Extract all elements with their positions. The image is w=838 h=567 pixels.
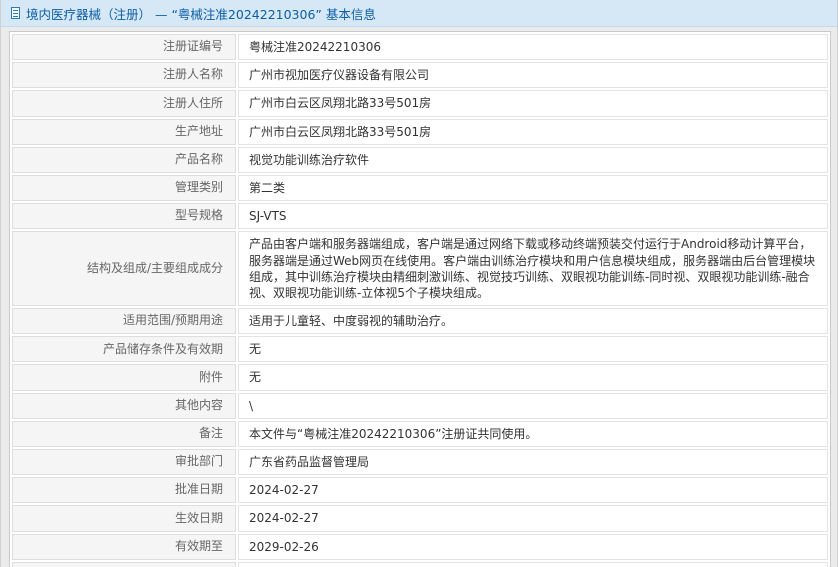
- row-label: 注册人名称: [12, 62, 236, 89]
- row-label: 生产地址: [12, 118, 236, 145]
- row-label: 产品名称: [12, 146, 236, 173]
- document-icon: [11, 7, 20, 19]
- row-value: 广州市视加医疗仪器设备有限公司: [238, 62, 828, 89]
- row-label-text: 产品名称: [174, 152, 223, 167]
- table-row: 生产地址 广州市白云区凤翔北路33号501房: [12, 118, 828, 145]
- row-label: 适用范围/预期用途: [12, 308, 236, 335]
- table-row: 其他内容 \: [12, 392, 828, 419]
- page-header: 境内医疗器械（注册） — “粤械注准20242210306” 基本信息: [1, 0, 837, 27]
- row-value: 适用于儿童轻、中度弱视的辅助治疗。: [238, 308, 828, 335]
- table-row: 有效期至 2029-02-26: [12, 533, 828, 560]
- row-label-text: 注册人名称: [162, 67, 223, 82]
- row-value: 2024-02-27: [238, 505, 828, 532]
- row-label-text: 附件: [198, 369, 223, 384]
- row-label: 注册证编号: [12, 34, 236, 61]
- row-label-text: 有效期至: [174, 538, 223, 553]
- table-row: 产品储存条件及有效期无: [12, 336, 828, 363]
- table-row: 注册证编号 粤械注准20242210306: [12, 34, 828, 61]
- row-value: 2025-01-10: 1、注册人住所由“广州市白云区夏茅路13号”变更为“广州…: [238, 561, 828, 567]
- page-title: 境内医疗器械（注册） — “粤械注准20242210306” 基本信息: [26, 6, 376, 22]
- row-label: 管理类别: [12, 174, 236, 202]
- row-value: 无: [238, 336, 828, 363]
- row-value: 视觉功能训练治疗软件: [238, 146, 828, 173]
- row-label: 其他内容: [12, 392, 236, 419]
- table-row: 生效日期 2024-02-27: [12, 505, 828, 532]
- row-label: 产品储存条件及有效期: [12, 336, 236, 363]
- row-value: 粤械注准20242210306: [238, 34, 828, 61]
- row-label-text: 型号规格: [174, 208, 223, 223]
- row-label-text: 备注: [198, 426, 223, 441]
- row-label-text: 注册证编号: [162, 39, 223, 54]
- row-label-text: 结构及组成/主要组成成分: [86, 260, 223, 275]
- row-label: 批准日期: [12, 477, 236, 504]
- row-label: 审批部门: [12, 449, 236, 476]
- row-value: 广东省药品监督管理局: [238, 449, 828, 476]
- row-label: 附件: [12, 364, 236, 391]
- row-label-text: 其他内容: [174, 397, 223, 412]
- row-value: 广州市白云区凤翔北路33号501房: [238, 118, 828, 145]
- row-label-text: 审批部门: [174, 454, 223, 469]
- row-label-text: 生效日期: [174, 510, 223, 525]
- table-row: 结构及组成/主要组成成分 产品由客户端和服务器端组成，客户端是通过网络下载或移动终…: [12, 231, 828, 307]
- row-label-text: 注册人住所: [162, 95, 223, 110]
- info-table: 注册证编号 粤械注准20242210306 注册人名称 广州市视加医疗仪器设备有限公司…: [9, 31, 831, 567]
- table-row: 批准日期 2024-02-27: [12, 477, 828, 504]
- row-label: 型号规格: [12, 203, 236, 230]
- row-label: 生效日期: [12, 505, 236, 532]
- row-label: 变更情况: [12, 561, 236, 567]
- row-value: 第二类: [238, 174, 828, 202]
- row-value: 2029-02-26: [238, 533, 828, 560]
- registration-info-page: 境内医疗器械（注册） — “粤械注准20242210306” 基本信息 注册证编…: [0, 0, 838, 567]
- row-label-text: 适用范围/预期用途: [122, 313, 223, 328]
- row-value: 无: [238, 364, 828, 391]
- row-label-text: 管理类别: [174, 180, 223, 195]
- table-row: 型号规格 SJ-VTS: [12, 203, 828, 230]
- table-row: 附件无: [12, 364, 828, 391]
- row-label-text: 批准日期: [174, 482, 223, 497]
- row-value: 本文件与“粤械注准20242210306”注册证共同使用。: [238, 420, 828, 447]
- row-label-text: 产品储存条件及有效期: [102, 341, 223, 356]
- row-value: \: [238, 392, 828, 419]
- table-row: 管理类别 第二类: [12, 174, 828, 202]
- table-row: 适用范围/预期用途 适用于儿童轻、中度弱视的辅助治疗。: [12, 308, 828, 335]
- row-value: 广州市白云区凤翔北路33号501房: [238, 90, 828, 117]
- row-label: 备注: [12, 420, 236, 447]
- row-value: 2024-02-27: [238, 477, 828, 504]
- table-row: 注册人名称 广州市视加医疗仪器设备有限公司: [12, 62, 828, 89]
- table-row: 审批部门 广东省药品监督管理局: [12, 449, 828, 476]
- row-value: SJ-VTS: [238, 203, 828, 230]
- row-label: 结构及组成/主要组成成分: [12, 231, 236, 307]
- table-row: 备注 本文件与“粤械注准20242210306”注册证共同使用。: [12, 420, 828, 447]
- table-row: 变更情况2025-01-10: 1、注册人住所由“广州市白云区夏茅路13号”变更…: [12, 561, 828, 567]
- row-label: 有效期至: [12, 533, 236, 560]
- row-value: 产品由客户端和服务器端组成，客户端是通过网络下载或移动终端预装交付运行于Andr…: [238, 231, 828, 307]
- row-label: 注册人住所: [12, 90, 236, 117]
- table-row: 产品名称 视觉功能训练治疗软件: [12, 146, 828, 173]
- row-label-text: 生产地址: [174, 123, 223, 138]
- table-row: 注册人住所 广州市白云区凤翔北路33号501房: [12, 90, 828, 117]
